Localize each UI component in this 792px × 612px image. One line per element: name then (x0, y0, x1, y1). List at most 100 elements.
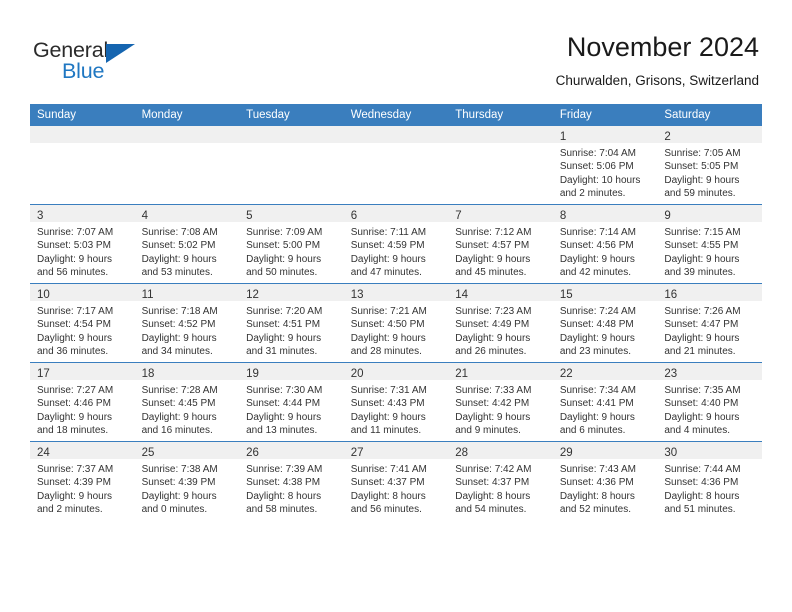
sunset-text: Sunset: 4:56 PM (559, 240, 634, 252)
daylight-text-line1: Daylight: 9 hours (559, 332, 635, 344)
day-number-band: 28 (448, 442, 553, 459)
calendar-week-row: 10 Sunrise: 7:17 AM Sunset: 4:54 PM Dayligh… (30, 283, 762, 363)
day-number-band: 5 (239, 205, 344, 222)
daylight-text-line1: Daylight: 9 hours (141, 253, 217, 265)
day-number: 10 (37, 289, 50, 301)
sunset-text: Sunset: 4:39 PM (141, 477, 216, 489)
day-number-band: 1 (552, 126, 658, 143)
day-details: Sunrise: 7:17 AM Sunset: 4:54 PM Daylight:… (30, 301, 135, 359)
calendar-day-cell[interactable]: 17 Sunrise: 7:27 AM Sunset: 4:46 PM Dayligh… (30, 362, 135, 442)
day-details: Sunrise: 7:28 AM Sunset: 4:45 PM Daylight:… (135, 380, 240, 438)
weekday-header-saturday: Saturday (657, 104, 762, 126)
generalblue-logo[interactable]: General Blue (33, 38, 163, 84)
sunrise-text: Sunrise: 7:28 AM (141, 385, 218, 396)
page-title: November 2024 (566, 32, 759, 62)
daylight-text-line2: and 50 minutes. (246, 267, 318, 279)
weekday-header-wednesday: Wednesday (343, 104, 449, 126)
calendar-day-cell[interactable]: 25 Sunrise: 7:38 AM Sunset: 4:39 PM Dayligh… (134, 441, 240, 520)
calendar-day-cell[interactable]: 29 Sunrise: 7:43 AM Sunset: 4:36 PM Dayligh… (552, 441, 658, 520)
daylight-text-line2: and 39 minutes. (664, 267, 736, 279)
sunrise-text: Sunrise: 7:37 AM (37, 464, 114, 475)
daylight-text-line1: Daylight: 9 hours (246, 411, 322, 423)
sunrise-text: Sunrise: 7:08 AM (141, 227, 218, 238)
calendar-day-cell[interactable]: 27 Sunrise: 7:41 AM Sunset: 4:37 PM Dayligh… (343, 441, 449, 520)
daylight-text-line2: and 9 minutes. (455, 425, 521, 437)
calendar-day-cell[interactable]: 21 Sunrise: 7:33 AM Sunset: 4:42 PM Dayligh… (448, 362, 553, 442)
calendar-day-cell[interactable]: 5 Sunrise: 7:09 AM Sunset: 5:00 PM Daylight… (239, 204, 344, 284)
sunrise-text: Sunrise: 7:39 AM (246, 464, 323, 475)
daylight-text-line1: Daylight: 10 hours (559, 174, 641, 186)
sunrise-text: Sunrise: 7:43 AM (559, 464, 636, 475)
sunrise-text: Sunrise: 7:31 AM (350, 385, 427, 396)
daylight-text-line1: Daylight: 9 hours (455, 411, 531, 423)
day-number: 30 (664, 447, 678, 459)
day-details: Sunrise: 7:15 AM Sunset: 4:55 PM Daylight:… (657, 222, 762, 280)
calendar-cell-empty (448, 126, 553, 205)
sunrise-text: Sunrise: 7:44 AM (664, 464, 741, 475)
weekday-header-thursday: Thursday (448, 104, 553, 126)
calendar-day-cell[interactable]: 1 Sunrise: 7:04 AM Sunset: 5:06 PM Daylight… (552, 126, 658, 205)
daylight-text-line1: Daylight: 8 hours (559, 490, 635, 502)
calendar-day-cell[interactable]: 6 Sunrise: 7:11 AM Sunset: 4:59 PM Daylight… (343, 204, 449, 284)
calendar-day-cell[interactable]: 26 Sunrise: 7:39 AM Sunset: 4:38 PM Dayligh… (239, 441, 344, 520)
calendar-day-cell[interactable]: 7 Sunrise: 7:12 AM Sunset: 4:57 PM Daylight… (448, 204, 553, 284)
sunset-text: Sunset: 4:37 PM (455, 477, 530, 489)
day-number: 20 (350, 368, 364, 380)
day-details: Sunrise: 7:33 AM Sunset: 4:42 PM Daylight:… (448, 380, 553, 438)
calendar-day-cell[interactable]: 3 Sunrise: 7:07 AM Sunset: 5:03 PM Daylight… (30, 204, 135, 284)
day-details: Sunrise: 7:42 AM Sunset: 4:37 PM Daylight:… (448, 459, 553, 517)
sunrise-text: Sunrise: 7:20 AM (246, 306, 323, 317)
daylight-text-line1: Daylight: 9 hours (559, 411, 635, 423)
day-number-band: 12 (239, 284, 344, 301)
sunrise-text: Sunrise: 7:18 AM (141, 306, 218, 317)
sunset-text: Sunset: 5:06 PM (559, 161, 634, 173)
sunset-text: Sunset: 4:38 PM (246, 477, 321, 489)
calendar-day-cell[interactable]: 4 Sunrise: 7:08 AM Sunset: 5:02 PM Daylight… (134, 204, 240, 284)
calendar-day-cell[interactable]: 30 Sunrise: 7:44 AM Sunset: 4:36 PM Dayligh… (657, 441, 762, 520)
sunrise-text: Sunrise: 7:34 AM (559, 385, 636, 396)
calendar-day-cell[interactable]: 12 Sunrise: 7:20 AM Sunset: 4:51 PM Dayligh… (239, 283, 344, 363)
calendar-day-cell[interactable]: 24 Sunrise: 7:37 AM Sunset: 4:39 PM Dayligh… (30, 441, 135, 520)
calendar-day-cell[interactable]: 20 Sunrise: 7:31 AM Sunset: 4:43 PM Dayligh… (343, 362, 449, 442)
daylight-text-line1: Daylight: 9 hours (664, 253, 740, 265)
day-number-band: 29 (552, 442, 658, 459)
daylight-text-line1: Daylight: 8 hours (246, 490, 322, 502)
calendar-day-cell[interactable]: 9 Sunrise: 7:15 AM Sunset: 4:55 PM Daylight… (657, 204, 762, 284)
calendar-day-cell[interactable]: 13 Sunrise: 7:21 AM Sunset: 4:50 PM Dayligh… (343, 283, 449, 363)
sunrise-text: Sunrise: 7:33 AM (455, 385, 532, 396)
sunrise-text: Sunrise: 7:41 AM (350, 464, 427, 475)
sunrise-text: Sunrise: 7:38 AM (141, 464, 218, 475)
calendar-day-cell[interactable]: 15 Sunrise: 7:24 AM Sunset: 4:48 PM Dayligh… (552, 283, 658, 363)
day-number: 27 (350, 447, 364, 459)
daylight-text-line2: and 51 minutes. (664, 504, 736, 516)
calendar-day-cell[interactable]: 16 Sunrise: 7:26 AM Sunset: 4:47 PM Dayligh… (657, 283, 762, 363)
daylight-text-line2: and 21 minutes. (664, 346, 736, 358)
calendar-day-cell[interactable]: 19 Sunrise: 7:30 AM Sunset: 4:44 PM Dayligh… (239, 362, 344, 442)
calendar-week-row: 3 Sunrise: 7:07 AM Sunset: 5:03 PM Daylight… (30, 204, 762, 284)
day-number-band: 22 (552, 363, 658, 380)
daylight-text-line2: and 59 minutes. (664, 188, 736, 200)
daylight-text-line1: Daylight: 9 hours (141, 490, 217, 502)
calendar-day-cell[interactable]: 23 Sunrise: 7:35 AM Sunset: 4:40 PM Dayligh… (657, 362, 762, 442)
day-number-band: 2 (657, 126, 762, 143)
calendar-day-cell[interactable]: 18 Sunrise: 7:28 AM Sunset: 4:45 PM Dayligh… (134, 362, 240, 442)
daylight-text-line2: and 56 minutes. (37, 267, 109, 279)
day-number: 5 (246, 210, 253, 222)
day-details: Sunrise: 7:05 AM Sunset: 5:05 PM Daylight:… (657, 143, 762, 201)
calendar-day-cell[interactable]: 22 Sunrise: 7:34 AM Sunset: 4:41 PM Dayligh… (552, 362, 658, 442)
calendar-week-row: 24 Sunrise: 7:37 AM Sunset: 4:39 PM Dayligh… (30, 441, 762, 520)
calendar-day-cell[interactable]: 10 Sunrise: 7:17 AM Sunset: 4:54 PM Dayligh… (30, 283, 135, 363)
calendar-day-cell[interactable]: 11 Sunrise: 7:18 AM Sunset: 4:52 PM Dayligh… (134, 283, 240, 363)
calendar-day-cell[interactable]: 2 Sunrise: 7:05 AM Sunset: 5:05 PM Daylight… (657, 126, 762, 205)
daylight-text-line2: and 52 minutes. (559, 504, 631, 516)
calendar-day-cell[interactable]: 8 Sunrise: 7:14 AM Sunset: 4:56 PM Daylight… (552, 204, 658, 284)
calendar-cell-empty (30, 126, 135, 205)
sunset-text: Sunset: 4:49 PM (455, 319, 530, 331)
sunset-text: Sunset: 4:43 PM (350, 398, 425, 410)
weekday-header-tuesday: Tuesday (239, 104, 344, 126)
day-number-band: 24 (30, 442, 135, 459)
day-number: 2 (664, 131, 671, 143)
day-number-band: 26 (239, 442, 344, 459)
calendar-day-cell[interactable]: 14 Sunrise: 7:23 AM Sunset: 4:49 PM Dayligh… (448, 283, 553, 363)
calendar-day-cell[interactable]: 28 Sunrise: 7:42 AM Sunset: 4:37 PM Dayligh… (448, 441, 553, 520)
